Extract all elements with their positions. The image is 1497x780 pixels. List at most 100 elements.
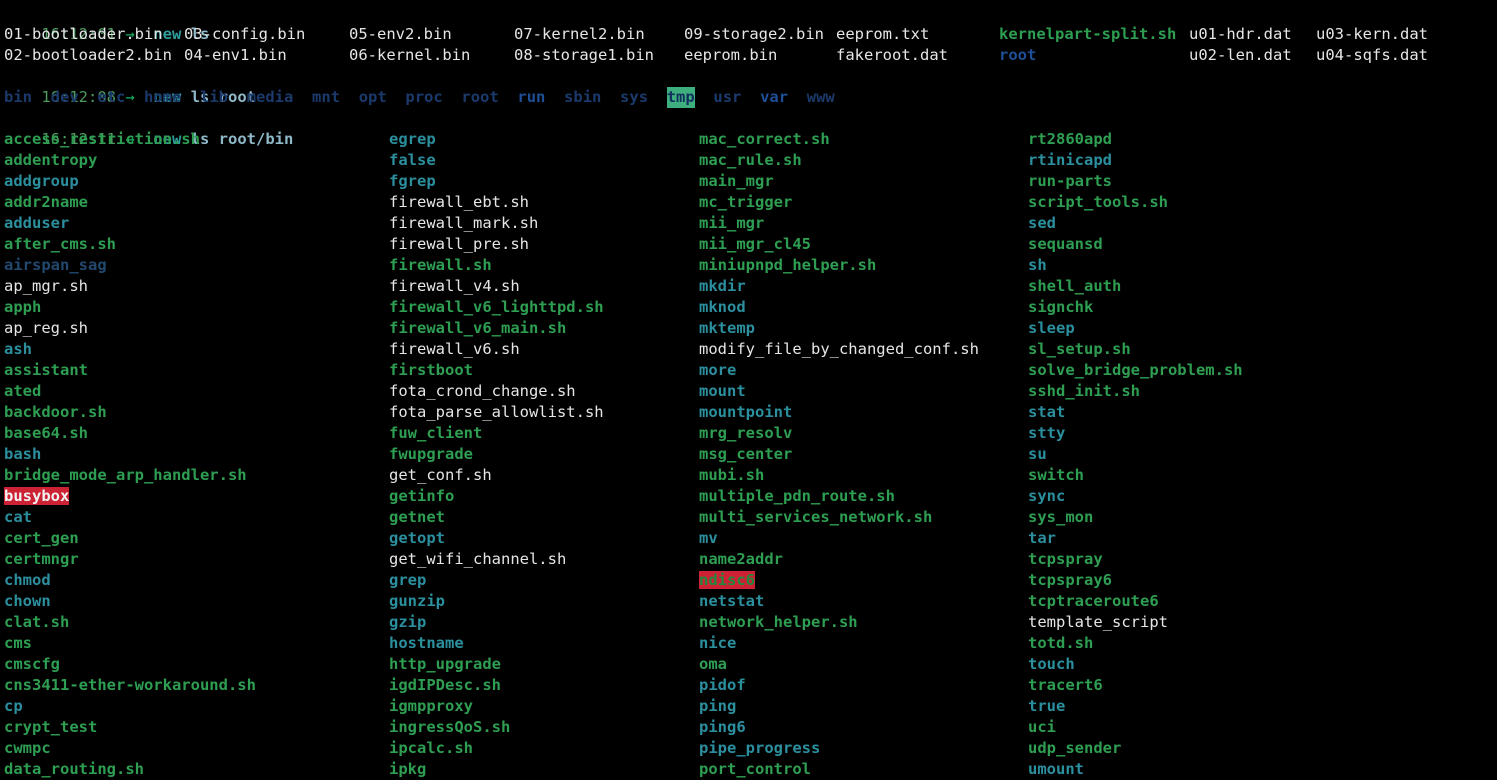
bin-file-entry[interactable]: cwmpc bbox=[4, 739, 51, 757]
ls-file-entry[interactable]: 07-kernel2.bin bbox=[514, 25, 645, 43]
ls-file-entry[interactable]: u03-kern.dat bbox=[1316, 25, 1428, 43]
bin-file-entry[interactable]: cat bbox=[4, 508, 32, 526]
bin-file-entry[interactable]: sequansd bbox=[1028, 235, 1103, 253]
bin-file-entry[interactable]: ping bbox=[699, 697, 736, 715]
bin-file-entry[interactable]: miniupnpd_helper.sh bbox=[699, 256, 876, 274]
bin-file-entry[interactable]: mc_trigger bbox=[699, 193, 792, 211]
ls-file-entry[interactable]: kernelpart-split.sh bbox=[999, 25, 1176, 43]
bin-file-entry[interactable]: fuw_client bbox=[389, 424, 482, 442]
bin-file-entry[interactable]: mrg_resolv bbox=[699, 424, 792, 442]
bin-file-entry[interactable]: firewall_v6_lighttpd.sh bbox=[389, 298, 604, 316]
ls-file-entry[interactable]: u01-hdr.dat bbox=[1189, 25, 1292, 43]
ls-file-entry[interactable]: 04-env1.bin bbox=[184, 46, 287, 64]
bin-file-entry[interactable]: base64.sh bbox=[4, 424, 88, 442]
bin-file-entry[interactable]: airspan_sag bbox=[4, 256, 107, 274]
bin-file-entry[interactable]: mac_rule.sh bbox=[699, 151, 802, 169]
ls-file-entry[interactable]: root bbox=[999, 46, 1036, 64]
bin-file-entry[interactable]: grep bbox=[389, 571, 426, 589]
bin-file-entry[interactable]: ash bbox=[4, 340, 32, 358]
bin-file-entry[interactable]: more bbox=[699, 361, 736, 379]
bin-file-entry[interactable]: sshd_init.sh bbox=[1028, 382, 1140, 400]
bin-file-entry[interactable]: busybox bbox=[4, 487, 70, 505]
ls-file-entry[interactable]: fakeroot.dat bbox=[836, 46, 948, 64]
bin-file-entry[interactable]: crypt_test bbox=[4, 718, 97, 736]
dir-entry[interactable]: var bbox=[760, 87, 788, 108]
bin-file-entry[interactable]: certmngr bbox=[4, 550, 79, 568]
bin-file-entry[interactable]: multi_services_network.sh bbox=[699, 508, 932, 526]
ls-file-entry[interactable]: eeprom.bin bbox=[684, 46, 777, 64]
bin-file-entry[interactable]: tcpspray bbox=[1028, 550, 1103, 568]
bin-file-entry[interactable]: network_helper.sh bbox=[699, 613, 858, 631]
bin-file-entry[interactable]: nice bbox=[699, 634, 736, 652]
bin-file-entry[interactable]: hostname bbox=[389, 634, 464, 652]
bin-file-entry[interactable]: shell_auth bbox=[1028, 277, 1121, 295]
bin-file-entry[interactable]: chmod bbox=[4, 571, 51, 589]
bin-file-entry[interactable]: firewall_v4.sh bbox=[389, 277, 520, 295]
bin-file-entry[interactable]: firewall_pre.sh bbox=[389, 235, 529, 253]
bin-file-entry[interactable]: tar bbox=[1028, 529, 1056, 547]
bin-file-entry[interactable]: tracert6 bbox=[1028, 676, 1103, 694]
bin-file-entry[interactable]: solve_bridge_problem.sh bbox=[1028, 361, 1243, 379]
bin-file-entry[interactable]: script_tools.sh bbox=[1028, 193, 1168, 211]
bin-file-entry[interactable]: netstat bbox=[699, 592, 764, 610]
bin-file-entry[interactable]: firewall.sh bbox=[389, 256, 492, 274]
ls-file-entry[interactable]: 02-bootloader2.bin bbox=[4, 46, 172, 64]
bin-file-entry[interactable]: get_conf.sh bbox=[389, 466, 492, 484]
bin-file-entry[interactable]: switch bbox=[1028, 466, 1084, 484]
bin-file-entry[interactable]: totd.sh bbox=[1028, 634, 1093, 652]
bin-file-entry[interactable]: adduser bbox=[4, 214, 69, 232]
bin-file-entry[interactable]: pidof bbox=[699, 676, 746, 694]
bin-file-entry[interactable]: pipe_progress bbox=[699, 739, 820, 757]
ls-file-entry[interactable]: 01-bootloader.bin bbox=[4, 25, 163, 43]
bin-file-entry[interactable]: uci bbox=[1028, 718, 1056, 736]
bin-file-entry[interactable]: gunzip bbox=[389, 592, 445, 610]
dir-entry[interactable]: sys bbox=[620, 87, 648, 108]
bin-file-entry[interactable]: su bbox=[1028, 445, 1047, 463]
terminal-screen[interactable]: 16:12:01 → new ls 01-bootloader.bin 03-co… bbox=[0, 0, 1497, 780]
bin-file-entry[interactable]: after_cms.sh bbox=[4, 235, 116, 253]
dir-entry[interactable]: dev bbox=[51, 87, 79, 108]
dir-entry[interactable]: www bbox=[807, 87, 835, 108]
bin-file-entry[interactable]: umount bbox=[1028, 760, 1084, 778]
bin-file-entry[interactable]: ap_mgr.sh bbox=[4, 277, 88, 295]
bin-file-entry[interactable]: addr2name bbox=[4, 193, 88, 211]
ls-file-entry[interactable]: eeprom.txt bbox=[836, 25, 929, 43]
bin-file-entry[interactable]: signchk bbox=[1028, 298, 1093, 316]
bin-file-entry[interactable]: mkdir bbox=[699, 277, 746, 295]
ls-file-entry[interactable]: 09-storage2.bin bbox=[684, 25, 824, 43]
bin-file-entry[interactable]: name2addr bbox=[699, 550, 783, 568]
bin-file-entry[interactable]: ingressQoS.sh bbox=[389, 718, 510, 736]
dir-entry[interactable]: etc bbox=[97, 87, 125, 108]
bin-file-entry[interactable]: bridge_mode_arp_handler.sh bbox=[4, 466, 247, 484]
bin-file-entry[interactable]: ipkg bbox=[389, 760, 426, 778]
bin-file-entry[interactable]: modify_file_by_changed_conf.sh bbox=[699, 340, 979, 358]
bin-file-entry[interactable]: fota_crond_change.sh bbox=[389, 382, 576, 400]
bin-file-entry[interactable]: mac_correct.sh bbox=[699, 130, 830, 148]
bin-file-entry[interactable]: firewall_mark.sh bbox=[389, 214, 538, 232]
bin-file-entry[interactable]: gzip bbox=[389, 613, 426, 631]
ls-file-entry[interactable]: u04-sqfs.dat bbox=[1316, 46, 1428, 64]
ls-file-entry[interactable]: 03-config.bin bbox=[184, 25, 305, 43]
bin-file-entry[interactable]: multiple_pdn_route.sh bbox=[699, 487, 895, 505]
bin-file-entry[interactable]: rt2860apd bbox=[1028, 130, 1112, 148]
bin-file-entry[interactable]: udp_sender bbox=[1028, 739, 1121, 757]
bin-file-entry[interactable]: fota_parse_allowlist.sh bbox=[389, 403, 604, 421]
bin-file-entry[interactable]: data_routing.sh bbox=[4, 760, 144, 778]
dir-entry[interactable]: sbin bbox=[564, 87, 601, 108]
bin-file-entry[interactable]: mii_mgr bbox=[699, 214, 764, 232]
dir-entry[interactable]: lib bbox=[200, 87, 228, 108]
bin-file-entry[interactable]: addgroup bbox=[4, 172, 79, 190]
dir-entry[interactable]: home bbox=[144, 87, 181, 108]
bin-file-entry[interactable]: msg_center bbox=[699, 445, 792, 463]
bin-file-entry[interactable]: getnet bbox=[389, 508, 445, 526]
bin-file-entry[interactable]: rtinicapd bbox=[1028, 151, 1112, 169]
bin-file-entry[interactable]: run-parts bbox=[1028, 172, 1112, 190]
bin-file-entry[interactable]: mii_mgr_cl45 bbox=[699, 235, 811, 253]
dir-entry[interactable]: media bbox=[247, 87, 294, 108]
bin-file-entry[interactable]: mktemp bbox=[699, 319, 755, 337]
dir-entry[interactable]: bin bbox=[4, 87, 32, 108]
bin-file-entry[interactable]: ap_reg.sh bbox=[4, 319, 88, 337]
bin-file-entry[interactable]: chown bbox=[4, 592, 51, 610]
bin-file-entry[interactable]: apph bbox=[4, 298, 41, 316]
bin-file-entry[interactable]: clat.sh bbox=[4, 613, 69, 631]
